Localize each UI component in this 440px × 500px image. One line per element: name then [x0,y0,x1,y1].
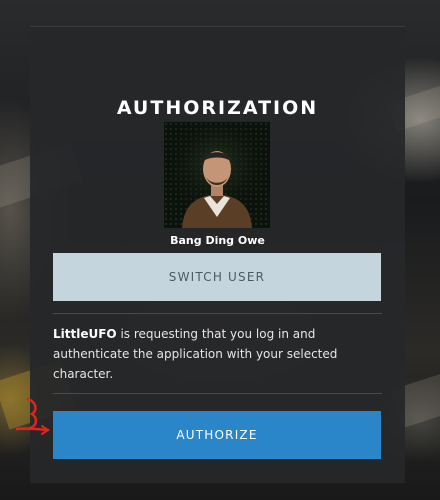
switch-user-button[interactable]: SWITCH USER [53,253,381,301]
page-title: AUTHORIZATION [116,97,319,119]
red-scribble-arrow-icon [15,397,50,435]
app-name: LittleUFO [53,327,117,341]
authorization-panel: AUTHORIZATION Bang Ding Owe SWITCH USER … [30,26,405,483]
divider [53,313,382,314]
divider [53,393,382,394]
character-portrait [164,122,270,228]
character-name: Bang Ding Owe [170,234,265,247]
authorize-button[interactable]: AUTHORIZE [53,411,381,459]
authorization-description: LittleUFO is requesting that you log in … [53,324,383,384]
